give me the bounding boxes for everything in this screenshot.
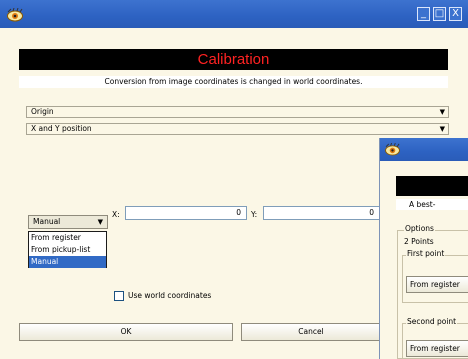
second-window-banner (396, 176, 468, 196)
dropdown-option-manual[interactable]: Manual (29, 256, 106, 268)
second-window-subtitle: A best- (396, 199, 468, 210)
title-bar[interactable]: _ □ X (0, 0, 468, 28)
source-dropdown-list: From register From pickup-list Manual (28, 231, 107, 268)
maximize-button[interactable]: □ (433, 7, 446, 21)
x-label: X: (112, 210, 120, 219)
second-point-label: Second point (406, 317, 458, 327)
cancel-button[interactable]: Cancel (241, 323, 381, 341)
second-from-register-button[interactable]: From register (406, 340, 468, 357)
eye-icon (385, 143, 400, 156)
source-select-value: Manual (33, 217, 61, 226)
first-point-label: First point (406, 249, 446, 259)
dropdown-option-from-register[interactable]: From register (29, 232, 106, 244)
y-label: Y: (251, 210, 258, 219)
first-from-register-button[interactable]: From register (406, 276, 468, 293)
origin-select[interactable]: Origin ▼ (26, 106, 449, 118)
calibration-subtitle: Conversion from image coordinates is cha… (19, 76, 448, 88)
dropdown-option-from-pickup-list[interactable]: From pickup-list (29, 244, 106, 256)
minimize-button[interactable]: _ (417, 7, 430, 21)
second-window-title-bar[interactable] (380, 138, 468, 161)
options-group-label: Options (404, 224, 435, 234)
ok-button[interactable]: OK (19, 323, 233, 341)
close-button[interactable]: X (449, 7, 462, 21)
position-select-value: X and Y position (31, 124, 92, 133)
y-coordinate-input[interactable]: 0 (263, 206, 380, 220)
calibration-banner: Calibration (19, 49, 448, 70)
origin-select-value: Origin (31, 107, 54, 116)
dropdown-arrow-icon[interactable]: ▼ (440, 107, 445, 117)
dropdown-arrow-icon[interactable]: ▼ (440, 124, 445, 134)
position-select[interactable]: X and Y position ▼ (26, 123, 449, 135)
use-world-coordinates-checkbox[interactable] (114, 291, 124, 301)
use-world-coordinates-label: Use world coordinates (128, 291, 212, 300)
x-coordinate-input[interactable]: 0 (125, 206, 247, 220)
second-window: A best- Options 2 Points First point Fro… (379, 138, 468, 359)
points-select[interactable]: 2 Points (404, 237, 468, 248)
dropdown-arrow-icon[interactable]: ▼ (98, 217, 103, 227)
eye-icon (7, 8, 23, 22)
source-select[interactable]: Manual ▼ (28, 215, 108, 229)
